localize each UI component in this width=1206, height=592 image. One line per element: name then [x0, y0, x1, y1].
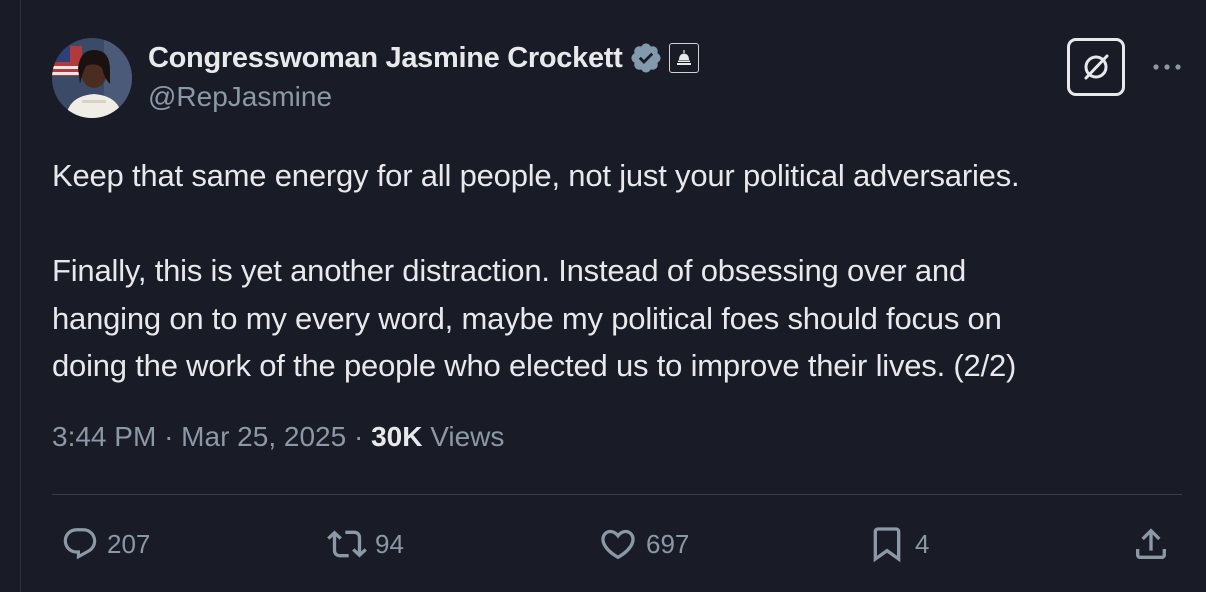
- verified-badge-icon[interactable]: [629, 41, 663, 75]
- repost-count: 94: [375, 528, 404, 559]
- bookmark-button[interactable]: 4: [867, 524, 929, 564]
- avatar[interactable]: [52, 38, 132, 118]
- tweet-meta: 3:44 PM · Mar 25, 2025 · 30K Views: [52, 421, 504, 453]
- tweet-card: Congresswoman Jasmine Crockett @RepJasmi…: [21, 0, 1206, 592]
- grok-icon: [1084, 54, 1109, 80]
- author-name-row: Congresswoman Jasmine Crockett: [148, 40, 699, 76]
- tweet-paragraph-2-line-3: doing the work of the people who elected…: [52, 348, 1017, 383]
- like-button[interactable]: 697: [598, 524, 689, 564]
- divider: [52, 494, 1182, 495]
- heart-icon: [601, 529, 635, 560]
- views-label[interactable]: Views: [430, 421, 504, 452]
- meta-separator: ·: [164, 421, 174, 452]
- avatar-image: [52, 38, 132, 118]
- capitol-dome-icon[interactable]: [668, 43, 699, 73]
- reply-icon: [63, 528, 97, 560]
- tweet-time[interactable]: 3:44 PM: [52, 421, 156, 452]
- share-button[interactable]: [1131, 524, 1171, 564]
- like-count: 697: [646, 528, 690, 559]
- meta-separator: ·: [353, 421, 364, 452]
- views-count[interactable]: 30K: [371, 421, 422, 452]
- repost-icon: [327, 530, 367, 558]
- tweet-paragraph-1: Keep that same energy for all people, no…: [52, 158, 1020, 193]
- repost-button[interactable]: 94: [327, 524, 404, 564]
- author-handle[interactable]: @RepJasmine: [148, 81, 332, 113]
- author-display-name[interactable]: Congresswoman Jasmine Crockett: [148, 42, 623, 75]
- tweet-paragraph-2-line-1: Finally, this is yet another distraction…: [52, 253, 966, 288]
- timeline-left-border: [0, 0, 21, 592]
- reply-button[interactable]: 207: [61, 524, 150, 564]
- tweet-text: Keep that same energy for all people, no…: [52, 152, 1182, 390]
- tweet-paragraph-2-line-2: hanging on to my every word, maybe my po…: [52, 300, 1002, 336]
- share-icon: [1136, 528, 1166, 559]
- more-options-button[interactable]: [1149, 55, 1185, 79]
- tweet-date[interactable]: Mar 25, 2025: [181, 421, 346, 452]
- reply-count: 207: [107, 528, 151, 559]
- bookmark-icon: [873, 527, 901, 563]
- grok-button[interactable]: [1067, 38, 1125, 96]
- more-dots-icon: [1153, 64, 1181, 70]
- bookmark-count: 4: [915, 528, 930, 559]
